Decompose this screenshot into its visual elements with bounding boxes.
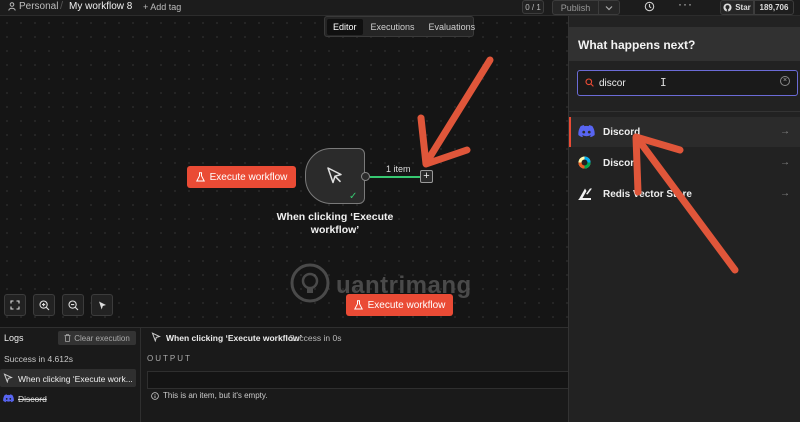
discord-icon [3, 394, 14, 406]
discourse-icon [578, 156, 591, 172]
chevron-down-icon [605, 5, 613, 10]
text-cursor: I [660, 76, 667, 89]
clear-search-icon[interactable]: × [780, 76, 790, 86]
fit-view-icon [10, 300, 20, 310]
cursor-icon [3, 373, 13, 385]
clear-execution-button[interactable]: Clear execution [58, 331, 136, 345]
connection-item-count: 1 item [386, 164, 411, 174]
add-node-button[interactable]: + [420, 170, 433, 183]
node-search-input[interactable] [599, 75, 769, 91]
add-tag-button[interactable]: + Add tag [143, 2, 181, 12]
log-detail-status: Success in 0s [289, 333, 342, 343]
node-creator-title: What happens next? [578, 38, 696, 52]
breadcrumb-workspace[interactable]: Personal [8, 1, 58, 12]
output-section-label: OUTPUT [147, 354, 192, 363]
zoom-out-icon [67, 299, 78, 310]
github-icon [723, 3, 732, 12]
tab-editor[interactable]: Editor [327, 18, 363, 35]
execute-workflow-button[interactable]: Execute workflow [187, 166, 296, 188]
trigger-node-title: When clicking ‘Execute workflow’ [276, 211, 394, 236]
history-icon[interactable] [644, 1, 655, 15]
info-icon [151, 391, 159, 400]
execute-workflow-label: Execute workflow [209, 171, 288, 183]
results-divider [569, 111, 800, 112]
execute-workflow-button-bottom[interactable]: Execute workflow [346, 294, 453, 316]
cursor-icon [98, 301, 106, 309]
tab-executions[interactable]: Executions [365, 19, 421, 35]
logs-success-text: Success in 4.612s [4, 354, 73, 364]
view-tabs: Editor Executions Evaluations [324, 16, 475, 37]
arrow-right-icon: → [780, 157, 790, 168]
workflow-title[interactable]: My workflow 8 [69, 1, 132, 12]
cursor-icon [151, 332, 161, 344]
zoom-out-button[interactable] [62, 294, 84, 316]
cursor-click-icon [327, 167, 342, 184]
breadcrumb-workspace-label: Personal [19, 1, 59, 12]
logs-divider[interactable] [140, 327, 141, 422]
arrow-right-icon: → [780, 188, 790, 199]
logs-title: Logs [4, 333, 24, 343]
execute-workflow-bottom-label: Execute workflow [367, 299, 446, 311]
empty-item-text: This is an item, but it's empty. [163, 391, 268, 400]
node-connection [370, 175, 421, 178]
tab-evaluations[interactable]: Evaluations [423, 19, 482, 35]
version-indicator: 0 / 1 [522, 0, 544, 14]
tidy-up-button[interactable] [91, 294, 113, 316]
clear-execution-label: Clear execution [74, 333, 130, 343]
arrow-right-icon: → [780, 126, 790, 137]
github-star-count: 189,706 [754, 0, 794, 15]
log-entry-discord-label[interactable]: Discord [18, 394, 47, 404]
trash-icon [64, 334, 71, 342]
success-check-icon: ✓ [349, 191, 358, 202]
output-table [147, 371, 568, 389]
flask-icon [353, 300, 363, 310]
search-result-label: Discord [603, 158, 641, 169]
publish-button[interactable]: Publish [552, 0, 598, 15]
fit-view-button[interactable] [4, 294, 26, 316]
github-star-button[interactable]: Star [720, 0, 754, 15]
discord-icon [578, 125, 595, 141]
breadcrumb-separator: / [60, 0, 64, 12]
zoom-in-button[interactable] [33, 294, 55, 316]
flask-icon [195, 172, 205, 182]
more-options-icon[interactable]: ··· [678, 0, 693, 11]
log-entry-trigger-label: When clicking ‘Execute work... [18, 374, 133, 384]
redis-icon [577, 187, 593, 204]
publish-dropdown-button[interactable] [598, 0, 620, 15]
node-output-handle[interactable] [361, 172, 370, 181]
search-result-label: Redis Vector Store [603, 189, 692, 200]
zoom-in-icon [38, 299, 49, 310]
github-star-label: Star [735, 3, 751, 12]
log-detail-title: When clicking ‘Execute workflow’ [166, 333, 303, 343]
empty-item-message: This is an item, but it's empty. [151, 391, 268, 400]
search-result-label: Discord [603, 127, 641, 138]
search-icon [585, 78, 594, 89]
user-icon [8, 2, 16, 11]
